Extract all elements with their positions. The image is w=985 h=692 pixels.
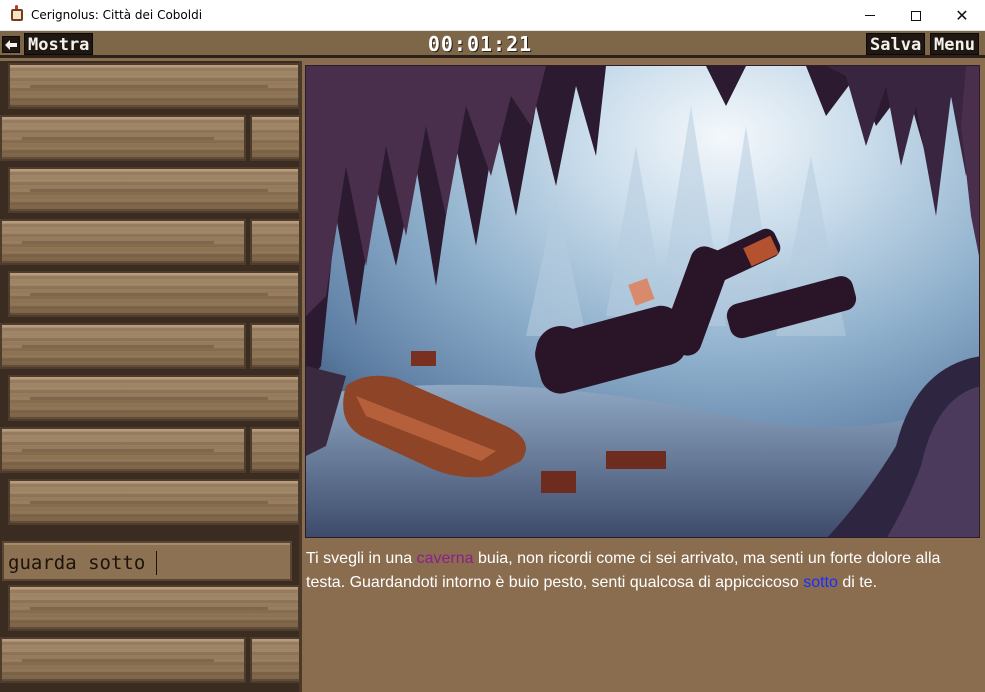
text-caret (156, 551, 157, 575)
inventory-wood-panel (0, 61, 302, 692)
cave-scene-image (305, 65, 980, 538)
narrative-part-1: Ti svegli in una (306, 550, 417, 567)
java-app-icon (9, 5, 25, 23)
command-box (2, 541, 292, 581)
game-timer: 00:01:21 (427, 32, 533, 56)
command-input[interactable] (6, 549, 288, 577)
maximize-icon (911, 10, 921, 21)
game-toolbar: Mostra 00:01:21 Salva Menu (0, 31, 985, 58)
narrative-part-3: di te. (837, 574, 878, 591)
maximize-button[interactable] (893, 0, 939, 31)
show-button[interactable]: Mostra (24, 33, 94, 55)
cave-illustration (306, 66, 979, 537)
window-title: Cerignolus: Città dei Coboldi (31, 8, 203, 22)
back-button[interactable] (2, 36, 20, 53)
close-icon: ✕ (955, 6, 969, 25)
back-arrow-icon (5, 39, 17, 50)
save-button[interactable]: Salva (866, 33, 926, 55)
narrative-text: Ti svegli in una caverna buia, non ricor… (305, 545, 980, 690)
keyword-sotto[interactable]: sotto (803, 574, 838, 591)
menu-button[interactable]: Menu (930, 33, 979, 55)
keyword-caverna[interactable]: caverna (417, 550, 474, 567)
close-button[interactable]: ✕ (939, 0, 985, 31)
window-titlebar: Cerignolus: Città dei Coboldi ✕ (0, 0, 985, 31)
minimize-icon (865, 15, 875, 16)
minimize-button[interactable] (847, 0, 893, 31)
